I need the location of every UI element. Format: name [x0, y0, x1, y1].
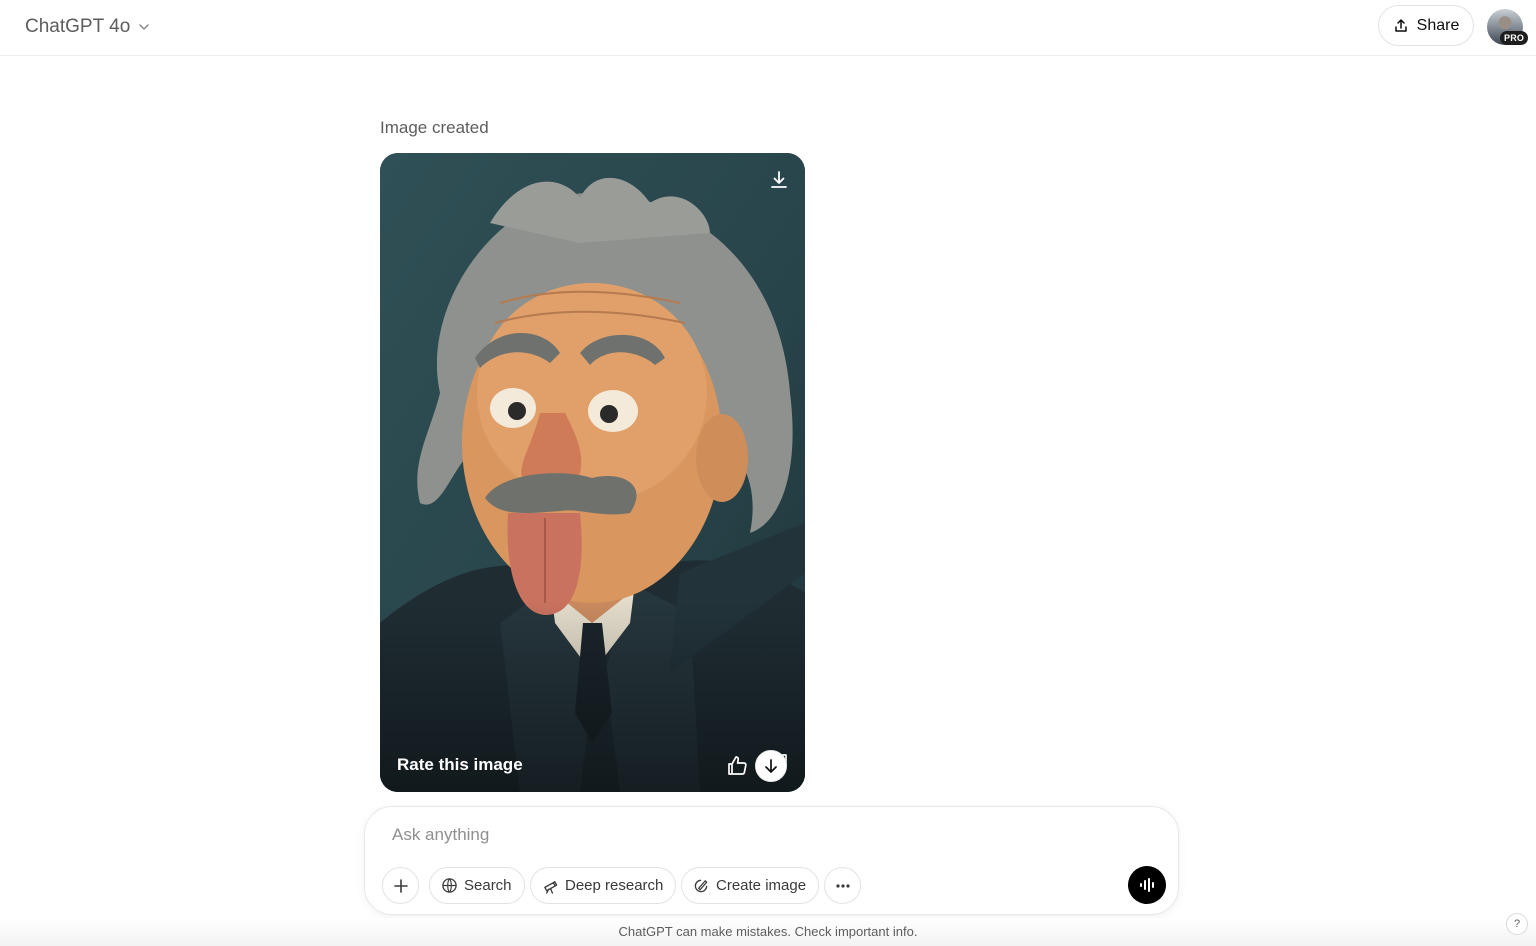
model-selector[interactable]: ChatGPT 4o: [16, 10, 161, 44]
search-tool-label: Search: [464, 877, 512, 894]
prompt-input[interactable]: [392, 822, 1092, 848]
top-bar: [0, 0, 1536, 56]
chevron-down-icon: [139, 24, 150, 30]
more-icon: [835, 883, 850, 888]
disclaimer-text: ChatGPT can make mistakes. Check importa…: [618, 924, 918, 939]
deep-research-label: Deep research: [565, 877, 664, 894]
rate-image-label: Rate this image: [397, 755, 523, 774]
telescope-icon: [544, 881, 558, 894]
deep-research-button[interactable]: Deep research: [530, 867, 677, 904]
search-tool-button[interactable]: Search: [429, 867, 525, 904]
attach-button[interactable]: [382, 867, 419, 904]
share-icon: [1394, 18, 1407, 32]
image-brush-icon: [694, 879, 708, 893]
scroll-to-bottom-button[interactable]: [755, 750, 787, 782]
pro-badge: PRO: [1500, 31, 1529, 45]
generated-image[interactable]: [380, 153, 805, 792]
image-created-status: Image created: [380, 118, 489, 137]
arrow-down-icon: [765, 759, 777, 773]
more-tools-button[interactable]: [824, 867, 861, 904]
plus-icon: [393, 878, 408, 893]
globe-icon: [442, 878, 457, 893]
share-label: Share: [1416, 16, 1460, 34]
voice-waveform-icon: [1140, 878, 1154, 892]
download-image-button[interactable]: [762, 165, 796, 195]
model-name: ChatGPT 4o: [25, 16, 131, 37]
thumbs-up-icon: [728, 756, 747, 775]
voice-mode-button[interactable]: [1128, 866, 1166, 904]
help-button[interactable]: ?: [1506, 913, 1528, 935]
create-image-label: Create image: [716, 877, 807, 894]
download-icon: [771, 171, 787, 188]
portrait-illustration: [380, 153, 805, 792]
thumbs-up-button[interactable]: [722, 751, 752, 781]
create-image-button[interactable]: Create image: [681, 867, 820, 904]
share-button[interactable]: Share: [1378, 5, 1474, 46]
